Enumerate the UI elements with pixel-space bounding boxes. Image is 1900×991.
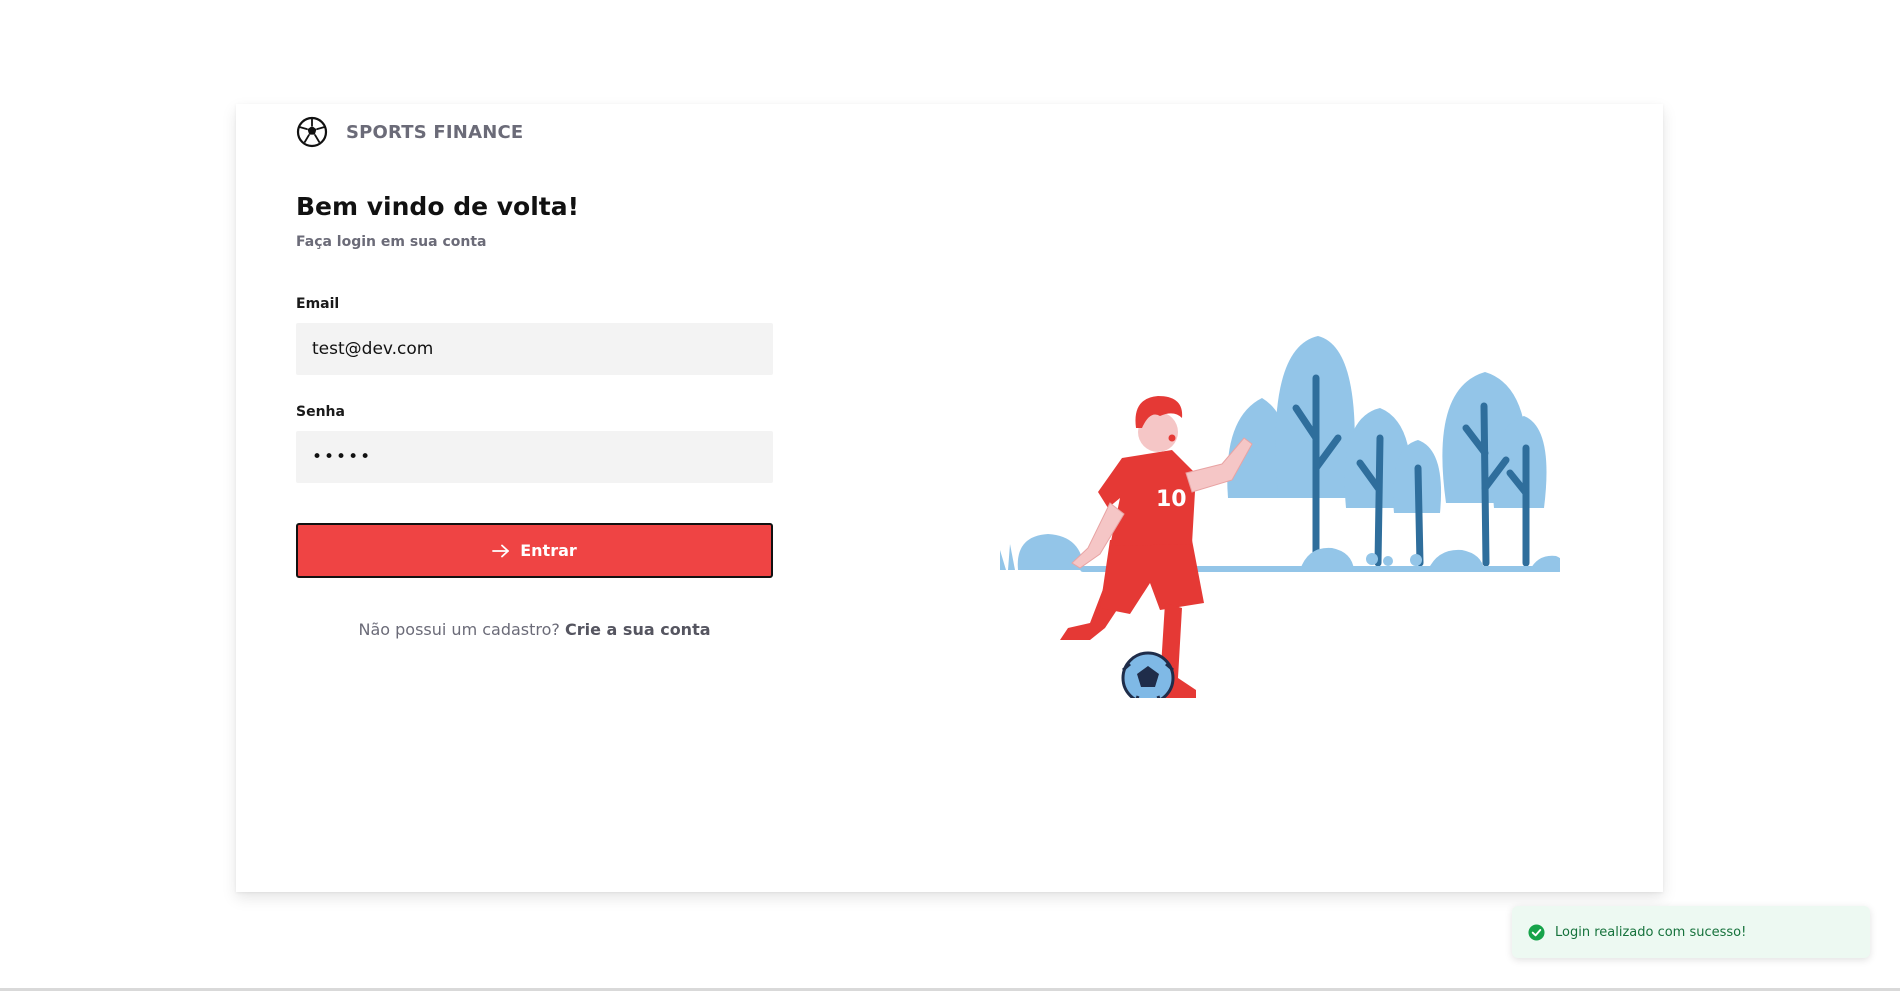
arrow-right-icon (492, 544, 510, 557)
password-field[interactable] (296, 431, 773, 483)
login-button-label: Entrar (520, 541, 577, 560)
login-button[interactable]: Entrar (296, 523, 773, 578)
signup-prompt: Não possui um cadastro? Crie a sua conta (296, 620, 773, 639)
signup-link[interactable]: Crie a sua conta (565, 620, 711, 639)
toast-message: Login realizado com sucesso! (1555, 924, 1747, 940)
soccer-ball-illustration (1121, 651, 1175, 698)
signup-prompt-text: Não possui um cadastro? (358, 620, 560, 639)
brand: SPORTS FINANCE (296, 112, 523, 152)
login-card: SPORTS FINANCE Bem vindo de volta! Faça … (236, 104, 1663, 892)
soccer-player-illustration: 10 (1000, 336, 1560, 698)
email-field[interactable] (296, 323, 773, 375)
check-circle-icon (1528, 923, 1545, 941)
page-subtitle: Faça login em sua conta (296, 234, 487, 250)
soccer-ball-icon (296, 116, 328, 148)
password-label: Senha (296, 404, 345, 420)
trees (1227, 336, 1547, 513)
svg-text:10: 10 (1156, 487, 1187, 512)
page-title: Bem vindo de volta! (296, 192, 580, 221)
email-label: Email (296, 296, 340, 312)
brand-name: SPORTS FINANCE (346, 121, 524, 143)
soccer-player: 10 (1060, 396, 1253, 698)
toast-notification: Login realizado com sucesso! (1512, 906, 1870, 958)
